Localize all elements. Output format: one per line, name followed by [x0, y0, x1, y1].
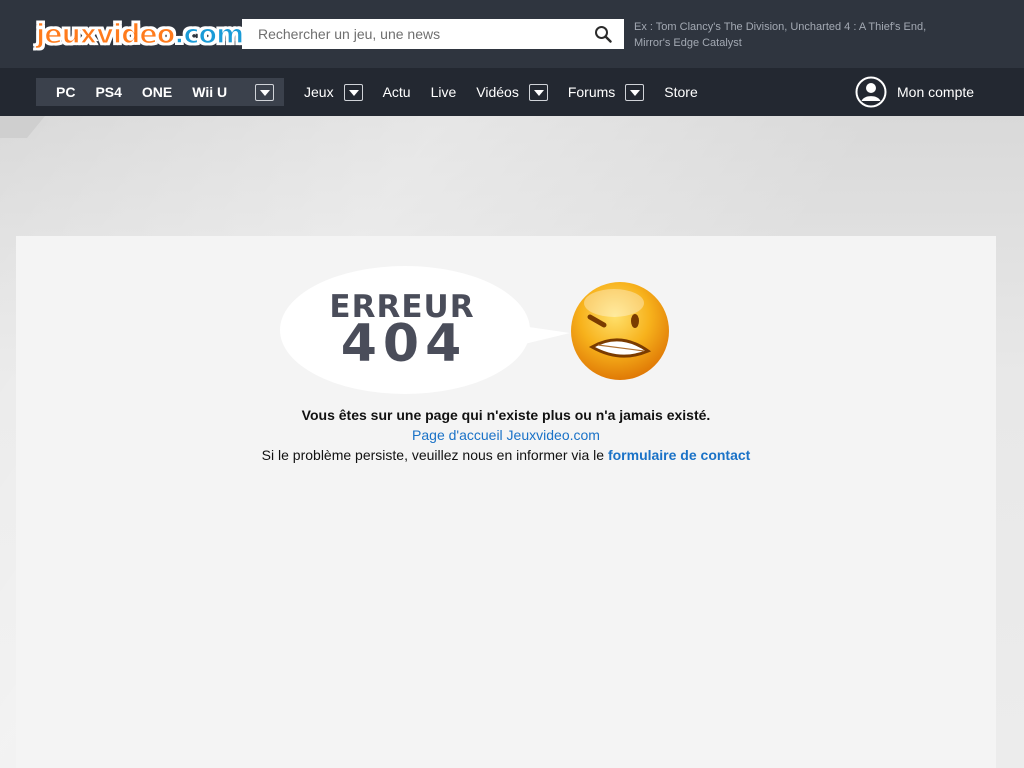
error-message: Vous êtes sur une page qui n'existe plus… [301, 407, 711, 423]
platform-selector: PC PS4 ONE Wii U [36, 78, 284, 106]
platform-pc[interactable]: PC [36, 78, 85, 106]
videos-dropdown-icon[interactable] [528, 83, 548, 101]
persist-message: Si le problème persiste, veuillez nous e… [16, 445, 996, 465]
nav-menu: Jeux Actu Live Vidéos Forums Store [304, 78, 698, 106]
site-logo[interactable]: jeuxvideo.com [35, 14, 245, 56]
search-icon [595, 26, 612, 43]
platform-one[interactable]: ONE [132, 78, 182, 106]
nav-item-actu[interactable]: Actu [383, 78, 411, 106]
logo-text-com: .com [174, 18, 245, 51]
error-illustration: ERREUR 404 [280, 265, 680, 395]
nav-item-jeux[interactable]: Jeux [304, 78, 363, 106]
nav-item-store[interactable]: Store [664, 78, 697, 106]
platform-ps4[interactable]: PS4 [85, 78, 131, 106]
account-label: Mon compte [897, 84, 975, 100]
nav-label-store: Store [664, 84, 698, 100]
account-button[interactable]: Mon compte [855, 76, 974, 108]
jeux-dropdown-icon[interactable] [343, 83, 363, 101]
platform-wiiu[interactable]: Wii U [182, 78, 237, 106]
logo-text-jeux: jeux [35, 18, 98, 51]
nav-item-forums[interactable]: Forums [567, 78, 645, 106]
nav-item-videos[interactable]: Vidéos [476, 78, 548, 106]
error-messages: Vous êtes sur une page qui n'existe plus… [16, 405, 996, 465]
forums-dropdown-icon[interactable] [625, 83, 645, 101]
search-input[interactable] [242, 19, 582, 49]
nav-label-forums: Forums [567, 84, 616, 100]
contact-form-link[interactable]: formulaire de contact [608, 447, 750, 463]
top-header: jeuxvideo.com Ex : Tom Clancy's The Divi… [0, 0, 1024, 68]
user-circle-icon [855, 76, 887, 108]
speech-bubble-tail [512, 325, 570, 347]
nav-item-live[interactable]: Live [431, 78, 457, 106]
platform-dropdown-icon[interactable] [255, 83, 275, 101]
error-bubble-svg: ERREUR 404 [280, 266, 669, 394]
nav-label-live: Live [430, 84, 457, 100]
search-hint: Ex : Tom Clancy's The Division, Uncharte… [634, 21, 927, 49]
search-box [242, 19, 624, 49]
nav-label-actu: Actu [382, 84, 411, 100]
nav-label-videos: Vidéos [476, 84, 519, 100]
scared-smiley-icon [571, 282, 669, 380]
home-link[interactable]: Page d'accueil Jeuxvideo.com [412, 427, 600, 443]
persist-text: Si le problème persiste, veuillez nous e… [261, 447, 608, 463]
error-title-line2: 404 [341, 314, 468, 374]
search-button[interactable] [582, 19, 624, 49]
logo-text-video: video [95, 18, 176, 51]
nav-label-jeux: Jeux [304, 84, 334, 100]
